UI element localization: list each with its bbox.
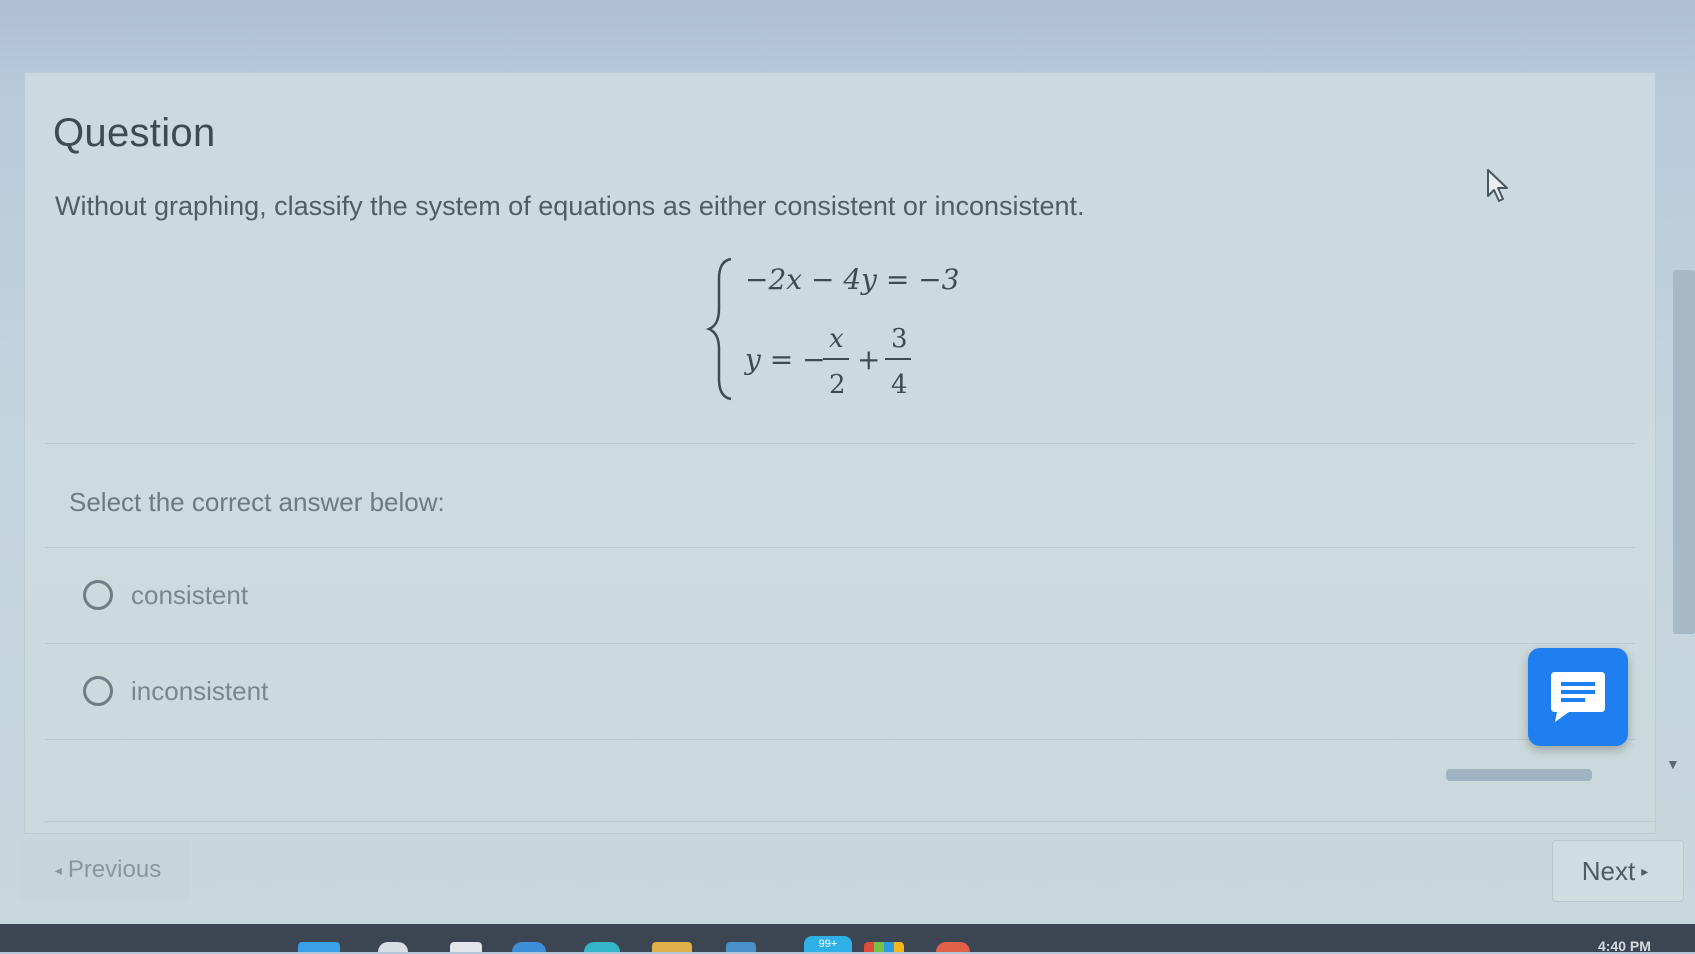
- page-title: Question: [53, 111, 216, 155]
- question-prompt: Without graphing, classify the system of…: [55, 191, 1085, 221]
- options-divider-bottom: [45, 739, 1635, 740]
- previous-button[interactable]: ◂ Previous: [20, 840, 190, 900]
- question-card: Question Without graphing, classify the …: [24, 72, 1656, 834]
- browser-top-strip: [0, 0, 1695, 72]
- answer-option-label: consistent: [131, 579, 249, 610]
- fraction-1-numerator: x: [829, 324, 844, 354]
- fraction-2-numerator: 3: [891, 324, 908, 354]
- caret-left-icon: ◂: [54, 861, 62, 878]
- equation-system: −2x − 4y = −3 y = − x 2 + 3 4: [705, 257, 960, 401]
- left-brace: [705, 257, 732, 401]
- caret-right-icon: ▸: [1641, 862, 1649, 879]
- chat-button[interactable]: [1528, 648, 1628, 746]
- search-icon[interactable]: [378, 942, 408, 952]
- plus-sign: +: [857, 343, 880, 376]
- radio-unchecked-icon[interactable]: [83, 580, 113, 610]
- answer-option-inconsistent[interactable]: inconsistent: [45, 645, 1645, 737]
- answer-option-label: inconsistent: [131, 675, 269, 706]
- equation-line-1: −2x − 4y = −3: [745, 263, 960, 296]
- file-explorer-icon[interactable]: [652, 942, 692, 952]
- footer-divider: [45, 821, 1655, 822]
- fraction-2-denominator: 4: [891, 370, 908, 400]
- equation-line-2-lhs: y = −: [743, 343, 826, 376]
- answer-option-consistent[interactable]: consistent: [45, 549, 1645, 641]
- chrome-browser-icon[interactable]: [584, 942, 620, 952]
- vertical-scrollbar-thumb[interactable]: [1673, 270, 1695, 634]
- fraction-1-denominator: 2: [829, 370, 846, 400]
- next-button-label: Next: [1581, 855, 1636, 886]
- next-button[interactable]: Next ▸: [1552, 840, 1684, 902]
- store-icon[interactable]: [726, 942, 756, 952]
- task-view-icon[interactable]: [450, 942, 482, 952]
- radio-unchecked-icon[interactable]: [83, 676, 113, 706]
- horizontal-scrollbar-thumb[interactable]: [1446, 769, 1592, 781]
- app-icon[interactable]: [936, 942, 970, 952]
- start-icon[interactable]: [298, 942, 340, 952]
- section-divider: [45, 443, 1635, 444]
- office-icon[interactable]: [864, 942, 904, 952]
- notification-badge: 99+: [804, 936, 852, 952]
- scroll-down-arrow-icon[interactable]: ▼: [1666, 756, 1680, 772]
- mouse-pointer-icon: [1487, 169, 1508, 202]
- edge-browser-icon[interactable]: [512, 942, 546, 952]
- options-divider-top: [45, 547, 1635, 548]
- answer-instruction: Select the correct answer below:: [69, 487, 445, 517]
- options-divider-middle: [45, 643, 1635, 644]
- chat-icon: [1551, 672, 1605, 722]
- previous-button-label: Previous: [67, 856, 162, 883]
